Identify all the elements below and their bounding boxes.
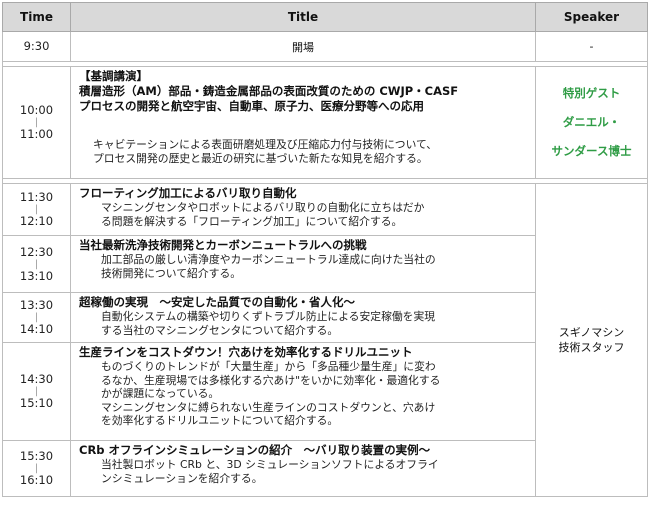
description-line: る問題を解決する「フローティング加工」について紹介する。 — [101, 214, 403, 228]
time-separator: | — [34, 386, 39, 397]
speaker-line: 技術スタッフ — [558, 341, 625, 354]
table-row-session: 11:30 | 12:10 フローティング加工によるバリ取り自動化 マシニングセ… — [2, 183, 648, 497]
time-cell: 14:30 | 15:10 — [2, 342, 71, 441]
speaker-line: サンダース博士 — [551, 144, 632, 158]
title-cell: フローティング加工によるバリ取り自動化 マシニングセンタやロボットによるバリ取り… — [70, 183, 536, 236]
time-cell: 11:30 | 12:10 — [2, 183, 71, 236]
time-start: 11:30 — [19, 190, 54, 204]
session-title: 当社最新洗浄技術開発とカーボンニュートラルへの挑戦 — [79, 238, 367, 252]
time-separator: | — [34, 117, 39, 128]
description-line: 加工部品の厳しい清浄度やカーボンニュートラル達成に向けた当社の — [101, 253, 436, 266]
description-line: 技術開発について紹介する。 — [101, 266, 242, 280]
session-description: ものづくりのトレンドが「大量生産」から「多品種少量生産」に変わ るなか、生産現場… — [79, 360, 529, 428]
title-cell: 当社最新洗浄技術開発とカーボンニュートラルへの挑戦 加工部品の厳しい清浄度やカー… — [70, 235, 536, 293]
time-start: 14:30 — [19, 372, 54, 386]
session-description: マシニングセンタやロボットによるバリ取りの自動化に立ちはだか る問題を解決する「… — [79, 201, 529, 228]
speaker-line: ダニエル・ — [562, 115, 621, 129]
description-line: マシニングセンタやロボットによるバリ取りの自動化に立ちはだか — [101, 201, 425, 214]
title-cell: 生産ラインをコストダウン！穴あけを効率化するドリルユニット ものづくりのトレンド… — [70, 342, 536, 441]
session-title: フローティング加工によるバリ取り自動化 — [79, 186, 297, 200]
keynote-description: キャビテーションによる表面研磨処理及び圧縮応力付与技術について、 プロセス開発の… — [79, 138, 529, 165]
header-title: Title — [70, 2, 536, 32]
session-title: CRb オフラインシミュレーションの紹介 ～バリ取り装置の実例～ — [79, 443, 431, 457]
time-cell: 9:30 — [2, 31, 71, 62]
speaker-cell-guest: 特別ゲスト ダニエル・ サンダース博士 — [535, 66, 648, 179]
description-line: 当社製ロボット CRb と、3D シミュレーションソフトによるオフライ — [101, 458, 439, 471]
description-line: キャビテーションによる表面研磨処理及び圧縮応力付与技術について、 — [93, 138, 438, 151]
time-start: 10:00 — [19, 103, 54, 117]
time-cell: 10:00 | 11:00 — [2, 66, 71, 179]
description-line: を効率化するドリルユニットについて紹介する。 — [101, 414, 339, 428]
description-line: プロセス開発の歴史と最近の研究に基づいた新たな知見を紹介する。 — [93, 151, 428, 165]
speaker-line: スギノマシン — [558, 326, 625, 339]
header-row: Time Title Speaker — [2, 2, 648, 32]
session-title: 超稼働の実現 ～安定した品質での自動化・省人化～ — [79, 295, 355, 309]
description-line: ンシミュレーションを紹介する。 — [101, 471, 263, 485]
speaker-cell-staff: スギノマシン 技術スタッフ — [535, 183, 648, 497]
session-description: 当社製ロボット CRb と、3D シミュレーションソフトによるオフライ ンシミュ… — [79, 458, 529, 485]
description-line: ものづくりのトレンドが「大量生産」から「多品種少量生産」に変わ — [101, 360, 436, 373]
keynote-label: 【基調講演】 — [79, 69, 148, 83]
session-description: 自動化システムの構築や切りくずトラブル防止による安定稼働を実現 する当社のマシニ… — [79, 310, 529, 337]
time-end: 16:10 — [19, 473, 54, 487]
description-line: かが課題になっている。 — [101, 387, 220, 401]
table-row-keynote: 10:00 | 11:00 【基調講演】 積層造形（AM）部品・鋳造金属部品の表… — [2, 66, 648, 179]
schedule-table: Time Title Speaker 9:30 開場 - 10:00 | 11:… — [2, 2, 648, 497]
title-cell: 【基調講演】 積層造形（AM）部品・鋳造金属部品の表面改質のための CWJP・C… — [70, 66, 536, 179]
description-line: るなか、生産現場では多様化する穴あけ"をいかに効率化・最適化する — [101, 373, 441, 387]
time-start: 13:30 — [19, 298, 54, 312]
title-cell: 超稼働の実現 ～安定した品質での自動化・省人化～ 自動化システムの構築や切りくず… — [70, 292, 536, 343]
speaker-line: 特別ゲスト — [562, 86, 621, 100]
table-row-open: 9:30 開場 - — [2, 31, 648, 62]
time-separator: | — [34, 463, 39, 474]
time-end: 13:10 — [19, 268, 54, 283]
time-start: 15:30 — [19, 449, 54, 463]
description-line: する当社のマシニングセンタについて紹介する。 — [101, 323, 339, 337]
description-line: マシニングセンタに縛られない生産ラインのコストダウンと、穴あけ — [101, 400, 436, 414]
time-end: 12:10 — [19, 214, 54, 228]
description-line: 自動化システムの構築や切りくずトラブル防止による安定稼働を実現 — [101, 310, 436, 323]
time-cell: 15:30 | 16:10 — [2, 440, 71, 497]
title-cell: 開場 — [70, 31, 536, 62]
time-end: 14:10 — [19, 322, 54, 336]
time-cell: 12:30 | 13:10 — [2, 235, 71, 293]
speaker-cell: - — [535, 31, 648, 62]
time-cell: 13:30 | 14:10 — [2, 292, 71, 343]
keynote-title-line: プロセスの開発と航空宇宙、自動車、原子力、医療分野等への応用 — [79, 99, 424, 113]
session-title: 生産ラインをコストダウン！穴あけを効率化するドリルユニット — [79, 345, 413, 359]
time-start: 12:30 — [19, 244, 54, 259]
keynote-title-line: 積層造形（AM）部品・鋳造金属部品の表面改質のための CWJP・CASF — [79, 84, 459, 98]
title-cell: CRb オフラインシミュレーションの紹介 ～バリ取り装置の実例～ 当社製ロボット… — [70, 440, 536, 497]
time-end: 15:10 — [19, 396, 54, 410]
time-end: 11:00 — [19, 127, 54, 141]
header-time: Time — [2, 2, 71, 32]
time-separator: | — [34, 258, 39, 270]
time-separator: | — [34, 204, 39, 215]
time-separator: | — [34, 312, 39, 323]
session-description: 加工部品の厳しい清浄度やカーボンニュートラル達成に向けた当社の 技術開発について… — [79, 253, 529, 280]
header-speaker: Speaker — [535, 2, 648, 32]
